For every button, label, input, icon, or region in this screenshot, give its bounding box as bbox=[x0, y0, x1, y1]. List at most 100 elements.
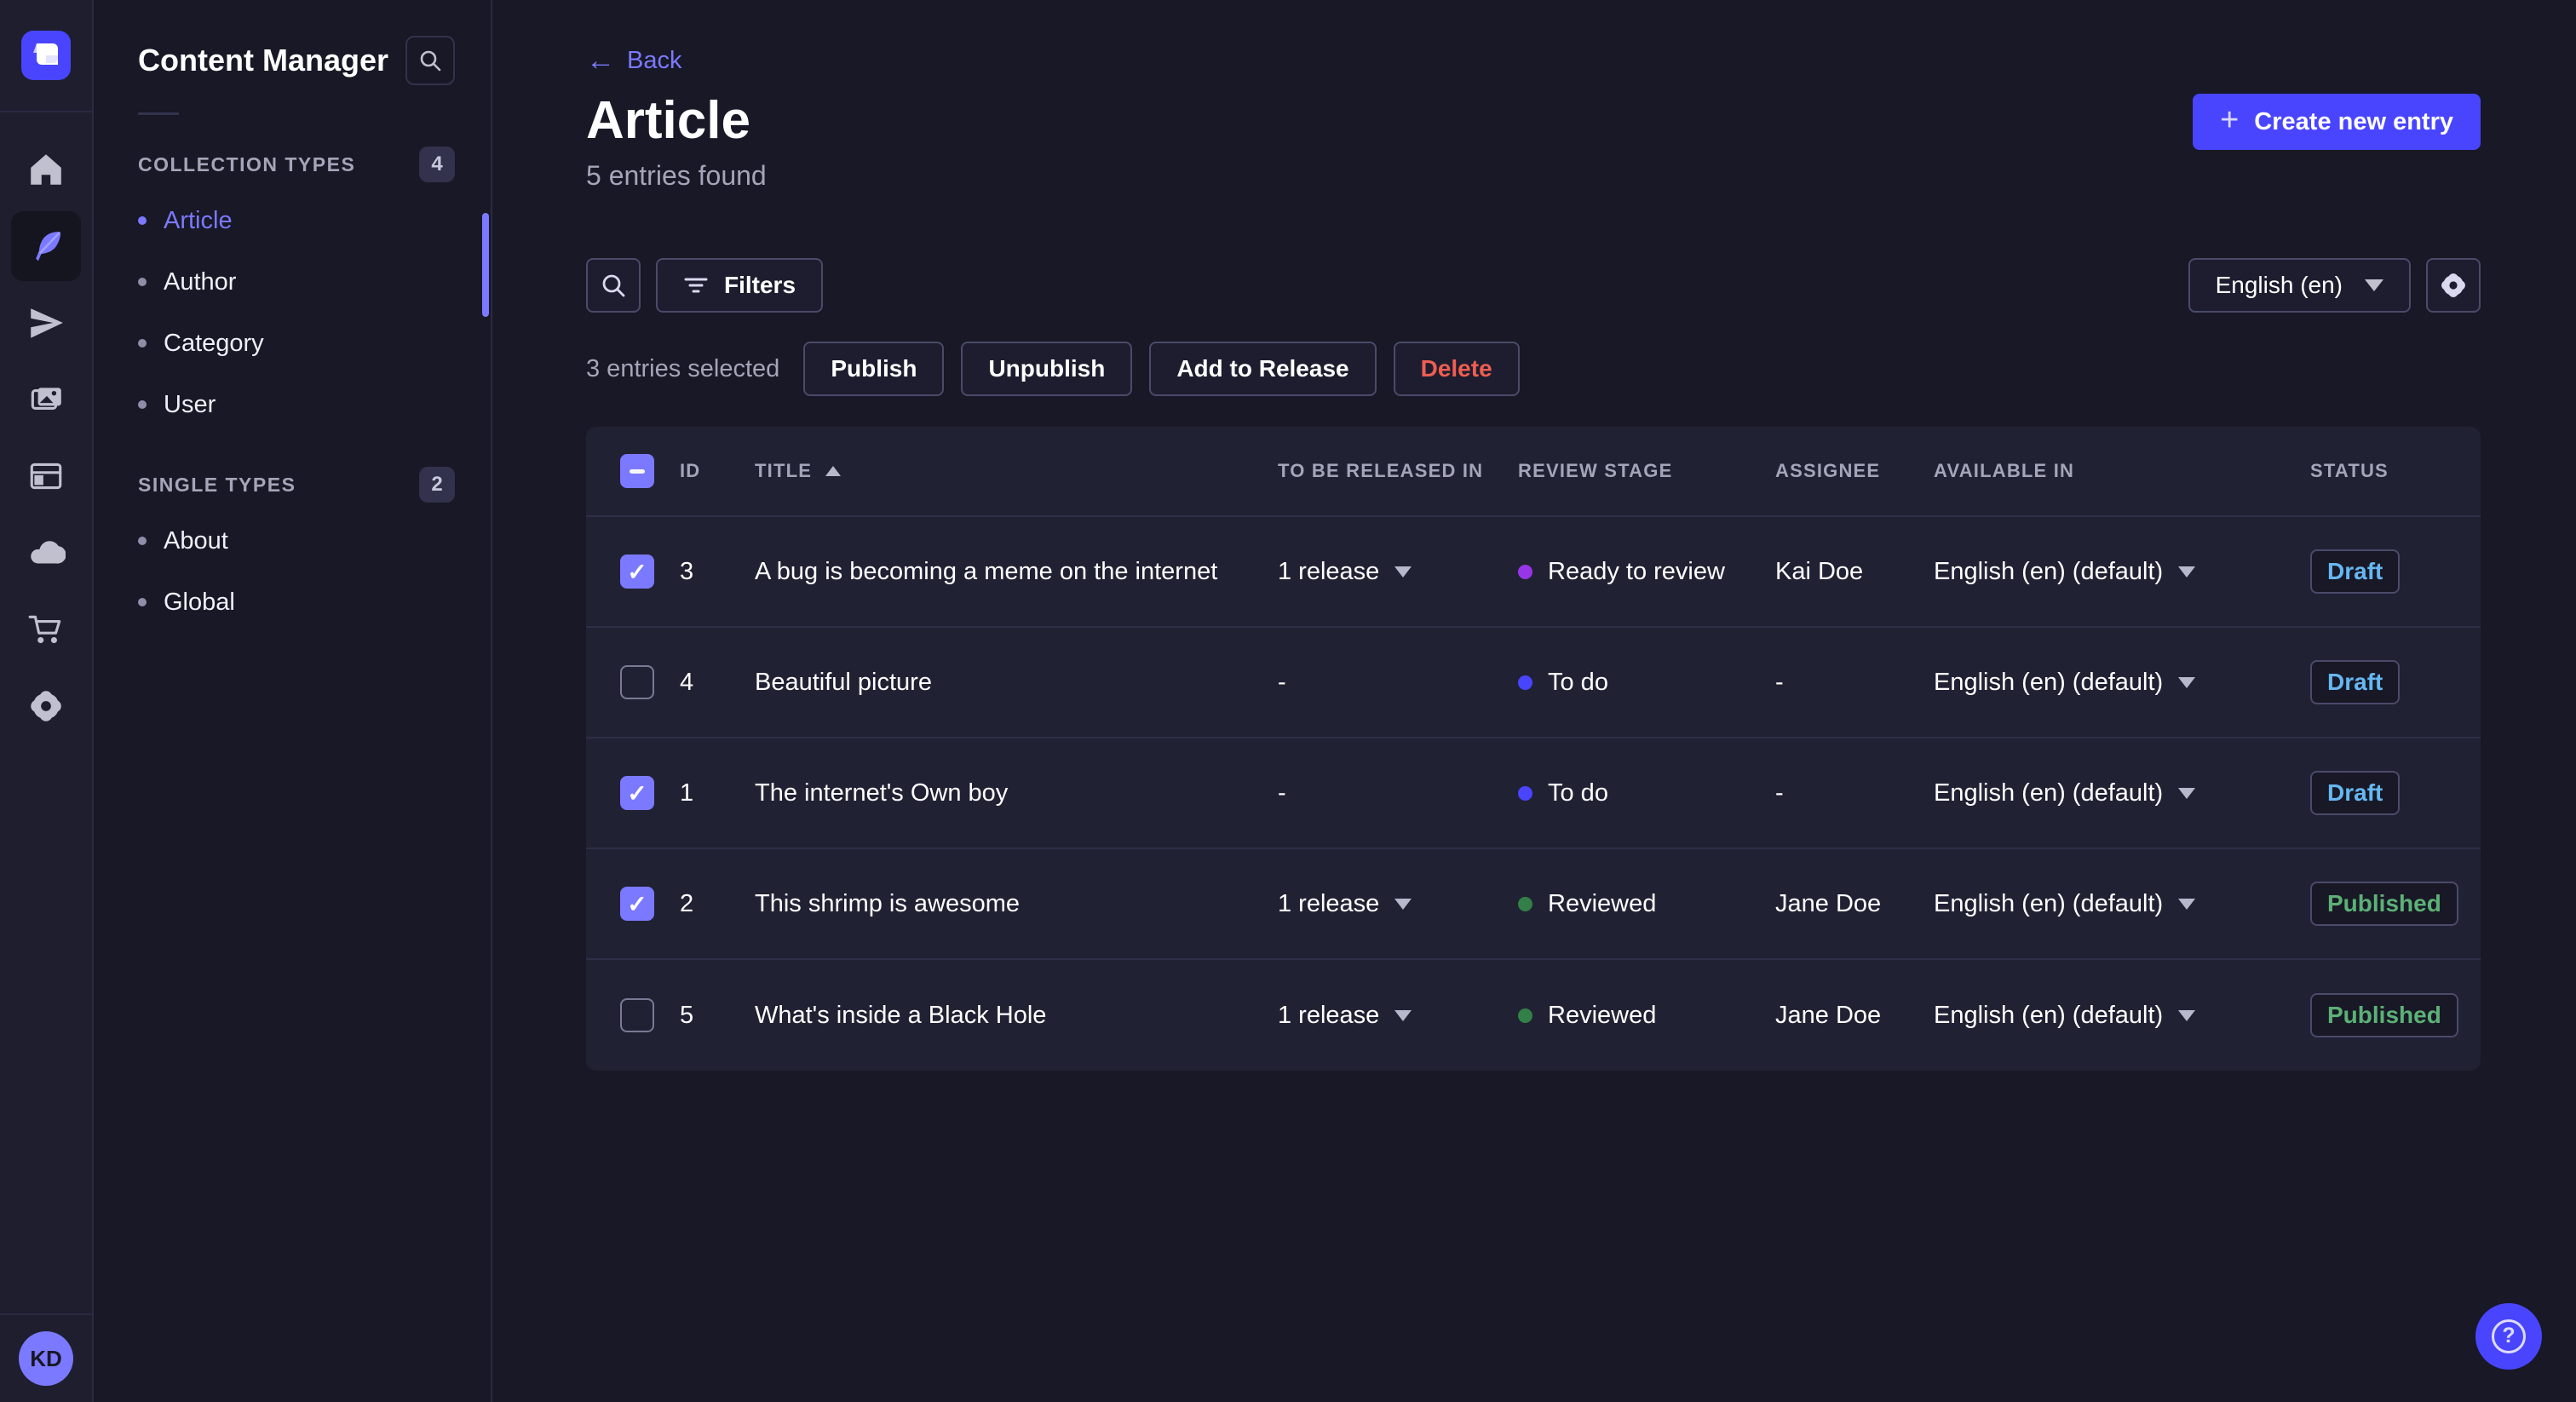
add-to-release-button[interactable]: Add to Release bbox=[1149, 342, 1377, 396]
create-new-entry-button[interactable]: Create new entry bbox=[2193, 94, 2481, 150]
cell-available-in[interactable]: English (en) (default) bbox=[1934, 669, 2310, 697]
nav-releases[interactable] bbox=[0, 284, 93, 361]
row-checkbox[interactable] bbox=[620, 998, 654, 1032]
cell-released-in[interactable]: 1 release bbox=[1278, 890, 1518, 918]
sidebar-scrollbar-thumb[interactable] bbox=[482, 213, 489, 317]
entries-table: ID TITLE TO BE RELEASED IN REVIEW STAGE … bbox=[586, 427, 2481, 1071]
view-settings-button[interactable] bbox=[2426, 258, 2481, 313]
column-header-id[interactable]: ID bbox=[680, 460, 755, 482]
plus-icon bbox=[2220, 104, 2239, 136]
column-header-review-stage: REVIEW STAGE bbox=[1518, 460, 1673, 481]
stage-dot bbox=[1518, 564, 1532, 579]
stage-dot bbox=[1518, 1008, 1532, 1023]
delete-button[interactable]: Delete bbox=[1393, 342, 1520, 396]
search-entries-button[interactable] bbox=[586, 258, 641, 313]
cell-title: A bug is becoming a meme on the internet bbox=[755, 557, 1218, 585]
table-header-row: ID TITLE TO BE RELEASED IN REVIEW STAGE … bbox=[586, 427, 2481, 517]
nav-media-library[interactable] bbox=[0, 361, 93, 438]
chevron-down-icon bbox=[1394, 1009, 1412, 1021]
entries-count: 5 entries found bbox=[586, 160, 767, 191]
table-row[interactable]: 2 This shrimp is awesome 1 release Revie… bbox=[586, 849, 2481, 960]
sidebar-item-user[interactable]: User bbox=[94, 374, 491, 435]
sidebar-item-label: About bbox=[164, 526, 228, 554]
nav-content-manager[interactable] bbox=[0, 208, 93, 284]
table-row[interactable]: 5 What's inside a Black Hole 1 release R… bbox=[586, 960, 2481, 1071]
table-row[interactable]: 4 Beautiful picture - To do - English (e… bbox=[586, 628, 2481, 738]
cell-title: Beautiful picture bbox=[755, 668, 932, 696]
cell-assignee: Jane Doe bbox=[1775, 889, 1882, 917]
nav-content-type-builder[interactable] bbox=[0, 438, 93, 514]
row-checkbox[interactable] bbox=[620, 665, 654, 699]
sort-ascending-icon bbox=[825, 466, 842, 476]
column-header-released: TO BE RELEASED IN bbox=[1278, 460, 1484, 481]
cell-available-in[interactable]: English (en) (default) bbox=[1934, 1002, 2310, 1030]
cell-available-in[interactable]: English (en) (default) bbox=[1934, 890, 2310, 918]
nav-marketplace[interactable] bbox=[0, 591, 93, 668]
chevron-down-icon bbox=[2178, 1009, 2196, 1021]
status-badge: Draft bbox=[2310, 549, 2401, 594]
bullet-icon bbox=[138, 216, 147, 225]
cell-id: 5 bbox=[680, 1001, 694, 1029]
cell-title: What's inside a Black Hole bbox=[755, 1001, 1047, 1029]
publish-button[interactable]: Publish bbox=[803, 342, 945, 396]
table-row[interactable]: 1 The internet's Own boy - To do - Engli… bbox=[586, 738, 2481, 849]
section-label: COLLECTION TYPES bbox=[138, 152, 356, 175]
sidebar-item-author[interactable]: Author bbox=[94, 251, 491, 313]
row-checkbox[interactable] bbox=[620, 776, 654, 810]
help-button[interactable] bbox=[2475, 1303, 2542, 1370]
status-badge: Published bbox=[2310, 882, 2458, 926]
cell-review-stage: Ready to review bbox=[1518, 558, 1775, 586]
locale-select[interactable]: English (en) bbox=[2188, 258, 2411, 313]
unpublish-button[interactable]: Unpublish bbox=[961, 342, 1133, 396]
home-icon bbox=[31, 154, 61, 185]
sidebar-item-category[interactable]: Category bbox=[94, 313, 491, 374]
sidebar-title: Content Manager bbox=[138, 43, 389, 78]
paper-plane-icon bbox=[31, 308, 63, 338]
cell-title: The internet's Own boy bbox=[755, 779, 1009, 807]
nav-settings[interactable] bbox=[0, 668, 93, 744]
column-header-title[interactable]: TITLE bbox=[755, 460, 1278, 482]
sidebar-item-global[interactable]: Global bbox=[94, 572, 491, 633]
cell-id: 4 bbox=[680, 668, 694, 696]
cart-icon bbox=[28, 615, 61, 644]
status-badge: Published bbox=[2310, 993, 2458, 1037]
bullet-icon bbox=[138, 537, 147, 545]
cell-id: 2 bbox=[680, 889, 694, 917]
column-header-status: STATUS bbox=[2310, 460, 2389, 481]
chevron-down-icon bbox=[2178, 676, 2196, 688]
section-label: SINGLE TYPES bbox=[138, 473, 296, 496]
sidebar-item-about[interactable]: About bbox=[94, 510, 491, 572]
cloud-icon bbox=[31, 541, 66, 564]
nav-deploy[interactable] bbox=[0, 514, 93, 591]
sidebar-search-button[interactable] bbox=[405, 36, 455, 85]
row-checkbox[interactable] bbox=[620, 887, 654, 921]
sidebar-item-article[interactable]: Article bbox=[94, 190, 491, 251]
cell-released-in[interactable]: 1 release bbox=[1278, 558, 1518, 586]
gear-icon bbox=[31, 691, 61, 721]
divider bbox=[138, 112, 179, 115]
nav-home[interactable] bbox=[0, 131, 93, 208]
selection-count-text: 3 entries selected bbox=[586, 354, 780, 382]
avatar[interactable]: KD bbox=[19, 1331, 73, 1386]
chevron-down-icon bbox=[1394, 566, 1412, 577]
cell-available-in[interactable]: English (en) (default) bbox=[1934, 779, 2310, 807]
back-link[interactable]: Back bbox=[586, 46, 681, 75]
cell-review-stage: To do bbox=[1518, 779, 1775, 807]
row-checkbox[interactable] bbox=[620, 554, 654, 589]
cell-available-in[interactable]: English (en) (default) bbox=[1934, 558, 2310, 586]
cell-title: This shrimp is awesome bbox=[755, 889, 1021, 917]
cell-released-in[interactable]: 1 release bbox=[1278, 1002, 1518, 1030]
select-all-checkbox[interactable] bbox=[620, 454, 654, 488]
main-content: Back Article 5 entries found Create new … bbox=[492, 0, 2576, 1402]
page-title: Article bbox=[586, 91, 750, 150]
column-header-available-in: AVAILABLE IN bbox=[1934, 460, 2075, 481]
sidebar-item-label: Category bbox=[164, 329, 264, 357]
table-row[interactable]: 3 A bug is becoming a meme on the intern… bbox=[586, 517, 2481, 628]
chevron-down-icon bbox=[2178, 898, 2196, 910]
cell-released-in: - bbox=[1278, 668, 1286, 696]
cell-review-stage: Reviewed bbox=[1518, 1002, 1775, 1030]
chevron-down-icon bbox=[2178, 787, 2196, 799]
filters-button[interactable]: Filters bbox=[656, 258, 824, 313]
strapi-logo[interactable] bbox=[0, 0, 93, 112]
cell-released-in: - bbox=[1278, 779, 1286, 807]
